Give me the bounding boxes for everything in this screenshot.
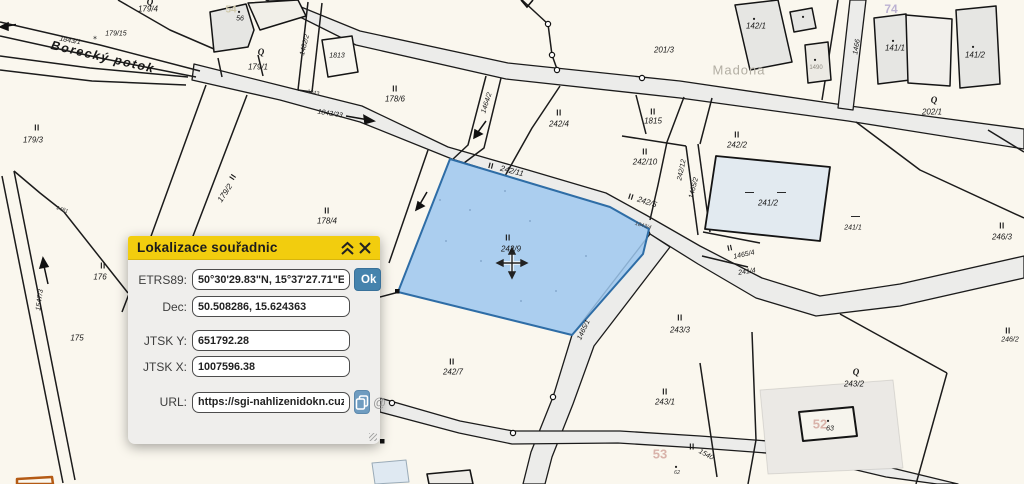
url-field[interactable] [192, 392, 350, 413]
coordinates-dialog: Lokalizace souřadnic ETRS89: Ok Dec: [128, 236, 380, 444]
jtsk-y-field[interactable] [192, 330, 350, 351]
cadastral-map-app: 179/4QBorecký potok1843/1∗179/1554•56Q17… [0, 0, 1024, 484]
dialog-resize-handle[interactable] [369, 433, 377, 441]
vertex-square [380, 439, 385, 444]
url-label: URL: [137, 395, 187, 409]
ok-button[interactable]: Ok [354, 268, 381, 291]
jtsk-x-label: JTSK X: [137, 360, 187, 374]
collapse-icon[interactable] [339, 239, 356, 256]
jtsk-x-field[interactable] [192, 356, 350, 377]
vertex-square [395, 289, 400, 294]
close-icon[interactable] [356, 239, 373, 256]
copy-url-button[interactable] [354, 390, 370, 414]
etrs89-label: ETRS89: [137, 273, 187, 287]
pond-parcel [705, 156, 830, 241]
dec-field[interactable] [192, 296, 350, 317]
dialog-body: ETRS89: Ok Dec: JTSK Y: JTSK X: URL: [128, 260, 380, 444]
email-link[interactable]: @ [373, 395, 386, 410]
dec-label: Dec: [137, 300, 187, 314]
copy-icon [355, 395, 369, 410]
dialog-header[interactable]: Lokalizace souřadnic [128, 236, 380, 260]
dialog-title: Lokalizace souřadnic [137, 240, 339, 255]
etrs89-field[interactable] [192, 269, 350, 290]
jtsk-y-label: JTSK Y: [137, 334, 187, 348]
